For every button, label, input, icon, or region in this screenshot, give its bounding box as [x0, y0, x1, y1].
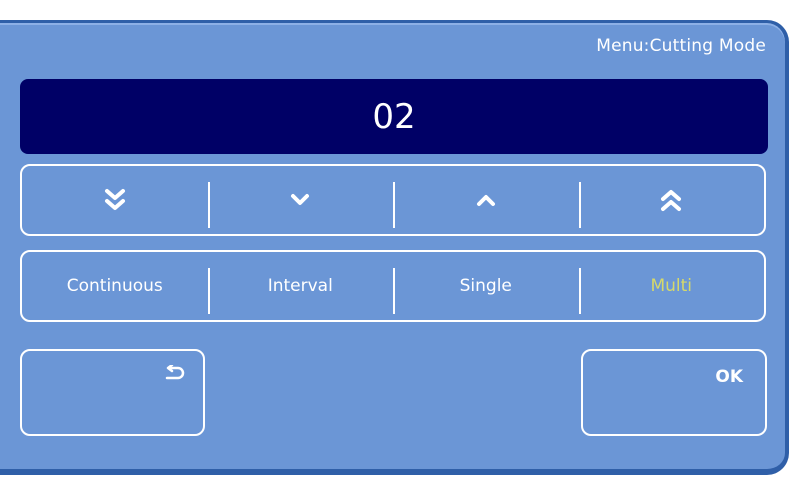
mode-multi-button[interactable]: Multi [578, 252, 765, 320]
value-display: 02 [20, 79, 768, 154]
mode-continuous-button[interactable]: Continuous [22, 252, 208, 320]
step-up-fast-button[interactable] [578, 166, 765, 234]
ok-label: OK [715, 367, 743, 387]
cutting-mode-group: Continuous Interval Single Multi [20, 250, 766, 322]
mode-interval-button[interactable]: Interval [207, 252, 394, 320]
ok-button[interactable]: OK [581, 349, 767, 436]
return-icon [163, 365, 185, 383]
step-up-button[interactable] [393, 166, 579, 234]
back-button[interactable] [20, 349, 205, 436]
mode-single-button[interactable]: Single [393, 252, 579, 320]
step-button-group [20, 164, 766, 236]
step-down-fast-button[interactable] [22, 166, 208, 234]
menu-title: Menu:Cutting Mode [596, 36, 766, 56]
double-chevron-up-icon [660, 188, 682, 212]
screen: Menu:Cutting Mode 02 Continuous Interval… [0, 0, 798, 484]
step-down-button[interactable] [207, 166, 394, 234]
double-chevron-down-icon [104, 188, 126, 212]
chevron-up-icon [475, 192, 497, 208]
chevron-down-icon [289, 192, 311, 208]
